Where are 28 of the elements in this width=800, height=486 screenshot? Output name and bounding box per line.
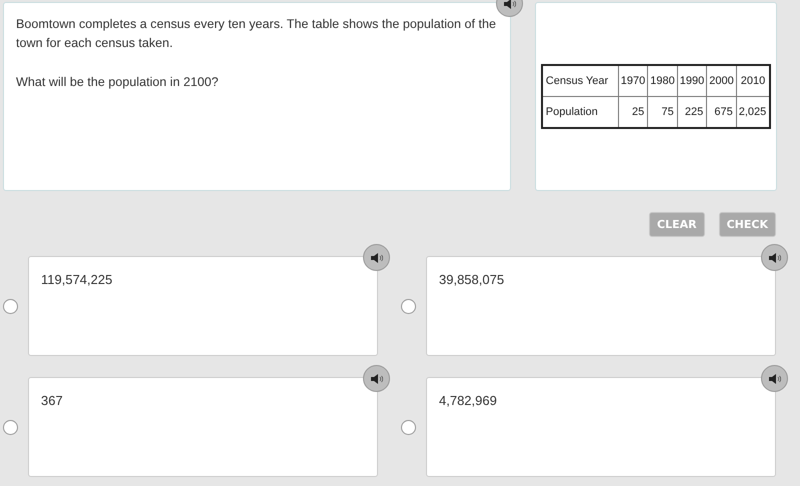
answer-card[interactable]: 367 (28, 377, 378, 477)
radio-button[interactable] (401, 298, 416, 314)
answer-card[interactable]: 4,782,969 (426, 377, 776, 477)
question-text: What will be the population in 2100? (16, 74, 220, 91)
speaker-icon (768, 374, 780, 384)
radio-button[interactable] (401, 420, 416, 434)
table-cell: Census Year (542, 65, 618, 96)
answer-text: 4,782,969 (439, 393, 497, 408)
speaker-button[interactable] (761, 365, 788, 392)
table-cell: 1980 (648, 65, 678, 96)
radio-button[interactable] (3, 298, 18, 314)
table-cell: 1970 (618, 65, 648, 96)
table-cell: 2000 (706, 65, 736, 96)
speaker-button[interactable] (363, 365, 390, 392)
speaker-icon (768, 252, 780, 262)
speaker-icon (504, 0, 516, 8)
answer-text: 39,858,075 (439, 272, 504, 287)
answer-text: 367 (41, 393, 63, 408)
answer-card[interactable]: 39,858,075 (426, 256, 776, 356)
table-cell: 1990 (677, 65, 707, 96)
speaker-button[interactable] (363, 244, 390, 271)
speaker-icon (370, 252, 382, 262)
speaker-icon (370, 374, 382, 384)
question-text: Boomtown completes a census every ten years. The table shows the population of the town for each census taken. (16, 16, 498, 52)
answer-text: 119,574,225 (41, 272, 112, 287)
radio-button[interactable] (3, 420, 18, 434)
answer-card[interactable]: 119,574,225 (28, 256, 378, 356)
speaker-button[interactable] (761, 244, 788, 271)
